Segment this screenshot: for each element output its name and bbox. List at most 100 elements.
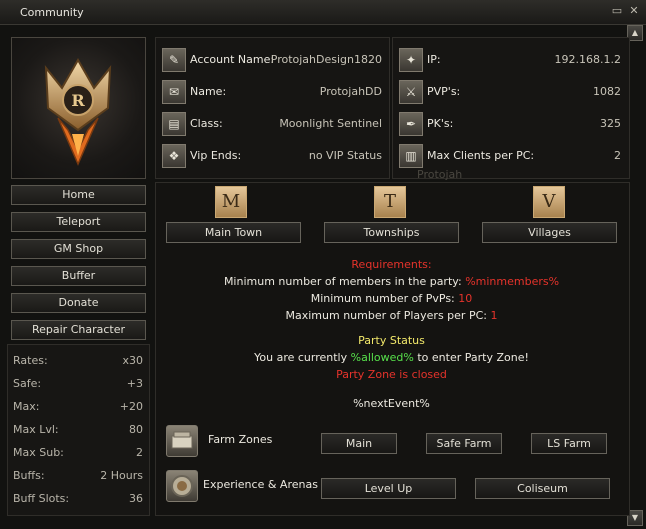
min-pvps-line: Minimum number of PvPs: 10 bbox=[155, 292, 628, 305]
safe-farm-button[interactable]: Safe Farm bbox=[426, 433, 502, 454]
villages-button[interactable]: Villages bbox=[482, 222, 617, 243]
vip-icon: ❖ bbox=[162, 144, 186, 168]
community-window: Community ▭ ✕ ▲ ▼ R Home Teleport GM Sho… bbox=[0, 0, 646, 529]
stat-label: Max Lvl: bbox=[13, 423, 59, 436]
repair-character-button[interactable]: Repair Character bbox=[11, 320, 146, 340]
class-value: Moonlight Sentinel bbox=[279, 117, 382, 130]
stat-value: 2 Hours bbox=[100, 469, 143, 482]
home-button[interactable]: Home bbox=[11, 185, 146, 205]
townships-icon[interactable]: T bbox=[374, 186, 406, 218]
main-town-button[interactable]: Main Town bbox=[166, 222, 301, 243]
pvp-label: PVP's: bbox=[427, 85, 461, 98]
stat-row: Safe: +3 bbox=[13, 377, 143, 391]
stat-value: +3 bbox=[126, 377, 143, 390]
main-town-icon[interactable]: M bbox=[215, 186, 247, 218]
townships-button[interactable]: Townships bbox=[324, 222, 459, 243]
server-info-panel: ✦ IP: 192.168.1.2 ⚔ PVP's: 1082 ✒ PK's: … bbox=[392, 37, 630, 179]
coliseum-button[interactable]: Coliseum bbox=[475, 478, 610, 499]
ip-row: ✦ IP: 192.168.1.2 bbox=[399, 48, 621, 72]
stat-label: Buff Slots: bbox=[13, 492, 70, 505]
stat-value: x30 bbox=[122, 354, 143, 367]
stat-row: Buff Slots: 36 bbox=[13, 492, 143, 506]
farm-zones-icon bbox=[166, 425, 198, 457]
minimize-icon[interactable]: ▭ bbox=[611, 5, 623, 17]
party-allowed-line: You are currently %allowed% to enter Par… bbox=[155, 351, 628, 364]
window-title: Community bbox=[20, 6, 84, 19]
clients-icon: ▥ bbox=[399, 144, 423, 168]
villages-icon[interactable]: V bbox=[533, 186, 565, 218]
pk-value: 325 bbox=[600, 117, 621, 130]
title-bar[interactable]: Community ▭ ✕ bbox=[0, 0, 646, 25]
name-label: Name: bbox=[190, 85, 227, 98]
stat-label: Buffs: bbox=[13, 469, 45, 482]
ls-farm-button[interactable]: LS Farm bbox=[531, 433, 607, 454]
party-status-heading: Party Status bbox=[358, 334, 425, 347]
min-members-label: Minimum number of members in the party: bbox=[223, 275, 462, 288]
stat-row: Buffs: 2 Hours bbox=[13, 469, 143, 483]
close-icon[interactable]: ✕ bbox=[628, 5, 640, 17]
farm-zones-label: Farm Zones bbox=[208, 433, 273, 446]
stat-row: Max: +20 bbox=[13, 400, 143, 414]
pk-label: PK's: bbox=[427, 117, 454, 130]
stat-row: Max Lvl: 80 bbox=[13, 423, 143, 437]
stat-value: 2 bbox=[136, 446, 143, 459]
stat-label: Max: bbox=[13, 400, 40, 413]
gm-shop-button[interactable]: GM Shop bbox=[11, 239, 146, 259]
requirements-heading: Requirements: bbox=[351, 258, 432, 271]
clients-row: ▥ Max Clients per PC: 2 bbox=[399, 144, 621, 168]
party-prefix: You are currently bbox=[254, 351, 348, 364]
stat-label: Safe: bbox=[13, 377, 42, 390]
party-suffix: to enter Party Zone! bbox=[417, 351, 529, 364]
stat-value: 36 bbox=[129, 492, 143, 505]
clients-value: 2 bbox=[614, 149, 621, 162]
ip-label: IP: bbox=[427, 53, 441, 66]
class-label: Class: bbox=[190, 117, 223, 130]
stat-value: +20 bbox=[119, 400, 143, 413]
name-icon: ✉ bbox=[162, 80, 186, 104]
min-members-value: %minmembers% bbox=[465, 275, 560, 288]
server-logo: R bbox=[11, 37, 146, 179]
account-name-value: ProtojahDesign1820 bbox=[270, 53, 382, 66]
class-row: ▤ Class: Moonlight Sentinel bbox=[162, 112, 382, 136]
pvp-icon: ⚔ bbox=[399, 80, 423, 104]
vip-value: no VIP Status bbox=[308, 149, 382, 162]
ip-icon: ✦ bbox=[399, 48, 423, 72]
next-event-text: %nextEvent% bbox=[353, 397, 430, 410]
name-value: ProtojahDD bbox=[319, 85, 382, 98]
min-pvps-value: 10 bbox=[458, 292, 473, 305]
stat-row: Max Sub: 2 bbox=[13, 446, 143, 460]
max-players-label: Maximum number of Players per PC: bbox=[285, 309, 487, 322]
farm-main-button[interactable]: Main bbox=[321, 433, 397, 454]
vip-row: ❖ Vip Ends: no VIP Status bbox=[162, 144, 382, 168]
arenas-label: Experience & Arenas bbox=[203, 478, 318, 491]
class-icon: ▤ bbox=[162, 112, 186, 136]
buffer-button[interactable]: Buffer bbox=[11, 266, 146, 286]
teleport-button[interactable]: Teleport bbox=[11, 212, 146, 232]
arenas-icon bbox=[166, 470, 198, 502]
party-zone-closed: Party Zone is closed bbox=[336, 368, 447, 381]
pk-row: ✒ PK's: 325 bbox=[399, 112, 621, 136]
pvp-value: 1082 bbox=[593, 85, 621, 98]
max-players-value: 1 bbox=[490, 309, 498, 322]
min-pvps-label: Minimum number of PvPs: bbox=[310, 292, 455, 305]
svg-text:R: R bbox=[71, 91, 85, 110]
donate-button[interactable]: Donate bbox=[11, 293, 146, 313]
account-name-label: Account Name: bbox=[190, 53, 275, 66]
watermark-text: Protojah bbox=[417, 168, 463, 181]
pvp-row: ⚔ PVP's: 1082 bbox=[399, 80, 621, 104]
clients-label: Max Clients per PC: bbox=[427, 149, 535, 162]
stat-label: Rates: bbox=[13, 354, 48, 367]
account-info-panel: ✎ Account Name: ProtojahDesign1820 ✉ Nam… bbox=[155, 37, 390, 179]
account-icon: ✎ bbox=[162, 48, 186, 72]
level-up-button[interactable]: Level Up bbox=[321, 478, 456, 499]
ip-value: 192.168.1.2 bbox=[554, 53, 621, 66]
name-row: ✉ Name: ProtojahDD bbox=[162, 80, 382, 104]
pk-icon: ✒ bbox=[399, 112, 423, 136]
server-stats-panel: Rates: x30 Safe: +3 Max: +20 Max Lvl: 80… bbox=[7, 344, 150, 516]
stat-label: Max Sub: bbox=[13, 446, 64, 459]
account-name-row: ✎ Account Name: ProtojahDesign1820 bbox=[162, 48, 382, 72]
party-allowed-value: %allowed% bbox=[350, 351, 414, 364]
vip-label: Vip Ends: bbox=[190, 149, 242, 162]
crown-emblem-icon: R bbox=[44, 57, 112, 166]
max-players-line: Maximum number of Players per PC: 1 bbox=[155, 309, 628, 322]
